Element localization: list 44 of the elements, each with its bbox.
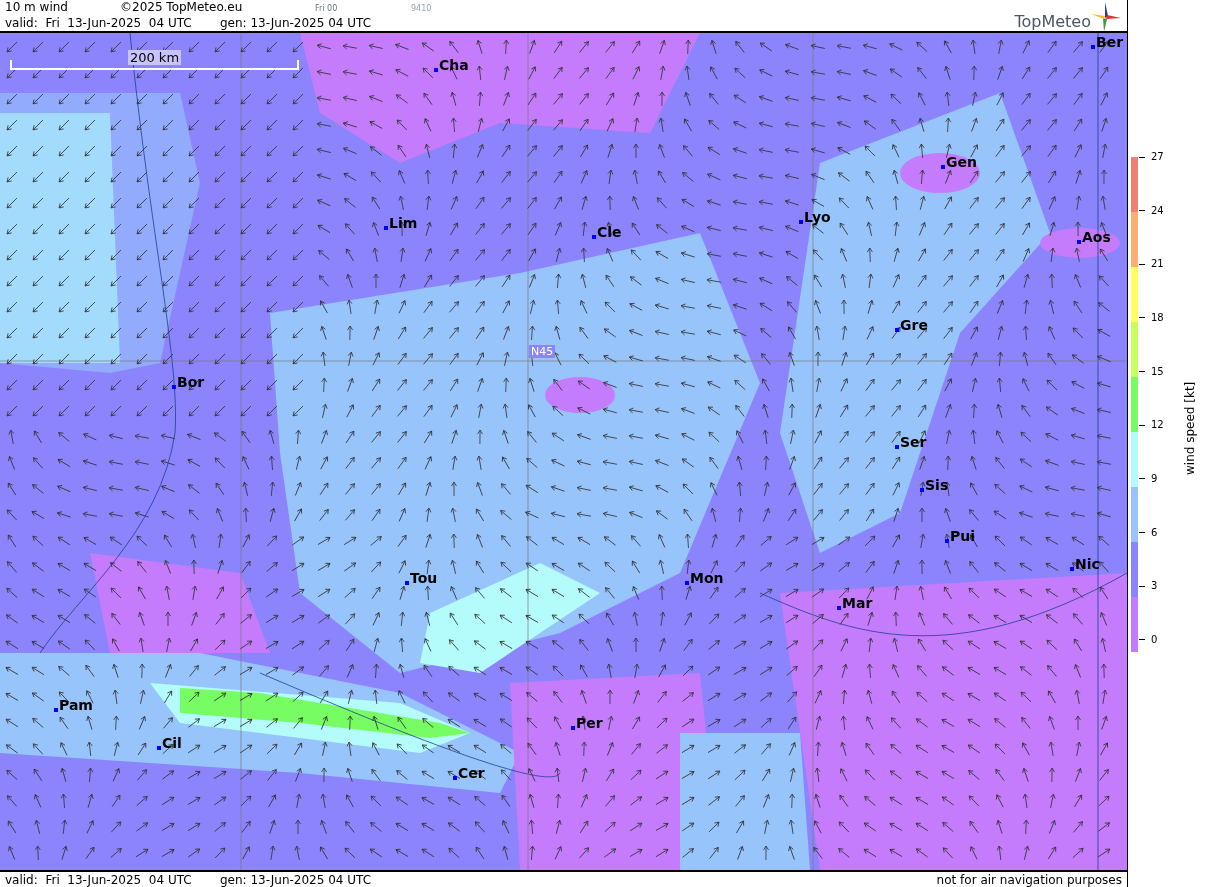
legend-title: wind speed [kt] (1183, 381, 1197, 475)
scale-tick-label: 9 (1151, 472, 1158, 485)
valid-time: valid: Fri 13-Jun-2025 04 UTC (5, 872, 193, 887)
city-label: Cil (162, 735, 182, 751)
city-label: Nic (1075, 556, 1100, 572)
city-label: Gen (946, 154, 977, 170)
latitude-label: N45 (529, 345, 556, 358)
logo-text: TopMeteo (1014, 12, 1091, 32)
city-label: Mon (690, 570, 724, 586)
city-label: Tou (410, 570, 438, 586)
city-label: Aos (1082, 229, 1111, 245)
scale-tick-label: 15 (1151, 365, 1164, 378)
city-label: Cha (439, 57, 469, 73)
scale-tick-label: 12 (1151, 419, 1164, 432)
city-label: Lyo (804, 209, 831, 225)
scale-tick-label: 0 (1151, 633, 1158, 646)
scale-tick-label: 21 (1151, 258, 1164, 271)
city-label: Per (576, 715, 603, 731)
scale-tick-label: 27 (1151, 151, 1164, 163)
scale-label: 200 km (127, 50, 182, 65)
city-label: Gre (900, 317, 928, 333)
disclaimer-text: not for air navigation purposes (936, 872, 1122, 887)
copyright-text: ©2025 TopMeteo.eu (120, 0, 244, 15)
city-label: Pam (59, 697, 93, 713)
valid-time: valid: Fri 13-Jun-2025 04 UTC (5, 16, 193, 31)
run-label: Fri 00 (315, 3, 339, 15)
city-label: Ber (1096, 34, 1124, 50)
city-label: Cer (458, 765, 485, 781)
scale-tick-label: 3 (1151, 580, 1158, 593)
city-label: Cle (597, 224, 622, 240)
code-label: 9410 (411, 3, 432, 15)
city-label: Lim (389, 215, 418, 231)
city-label: Pui (950, 528, 976, 544)
generated-time: gen: 13-Jun-2025 04 UTC (220, 872, 372, 887)
city-label: Mar (842, 595, 873, 611)
scale-tick-label: 6 (1151, 526, 1158, 539)
city-label: Sis (925, 477, 949, 493)
compass-star-icon (1091, 2, 1121, 32)
city-label: Bor (177, 374, 205, 390)
city-label: Ser (900, 434, 927, 450)
scale-tick-label: 18 (1151, 311, 1164, 324)
map-title: 10 m wind (5, 0, 69, 15)
scale-tick-label: 24 (1151, 204, 1164, 217)
generated-time: gen: 13-Jun-2025 04 UTC (220, 16, 372, 31)
